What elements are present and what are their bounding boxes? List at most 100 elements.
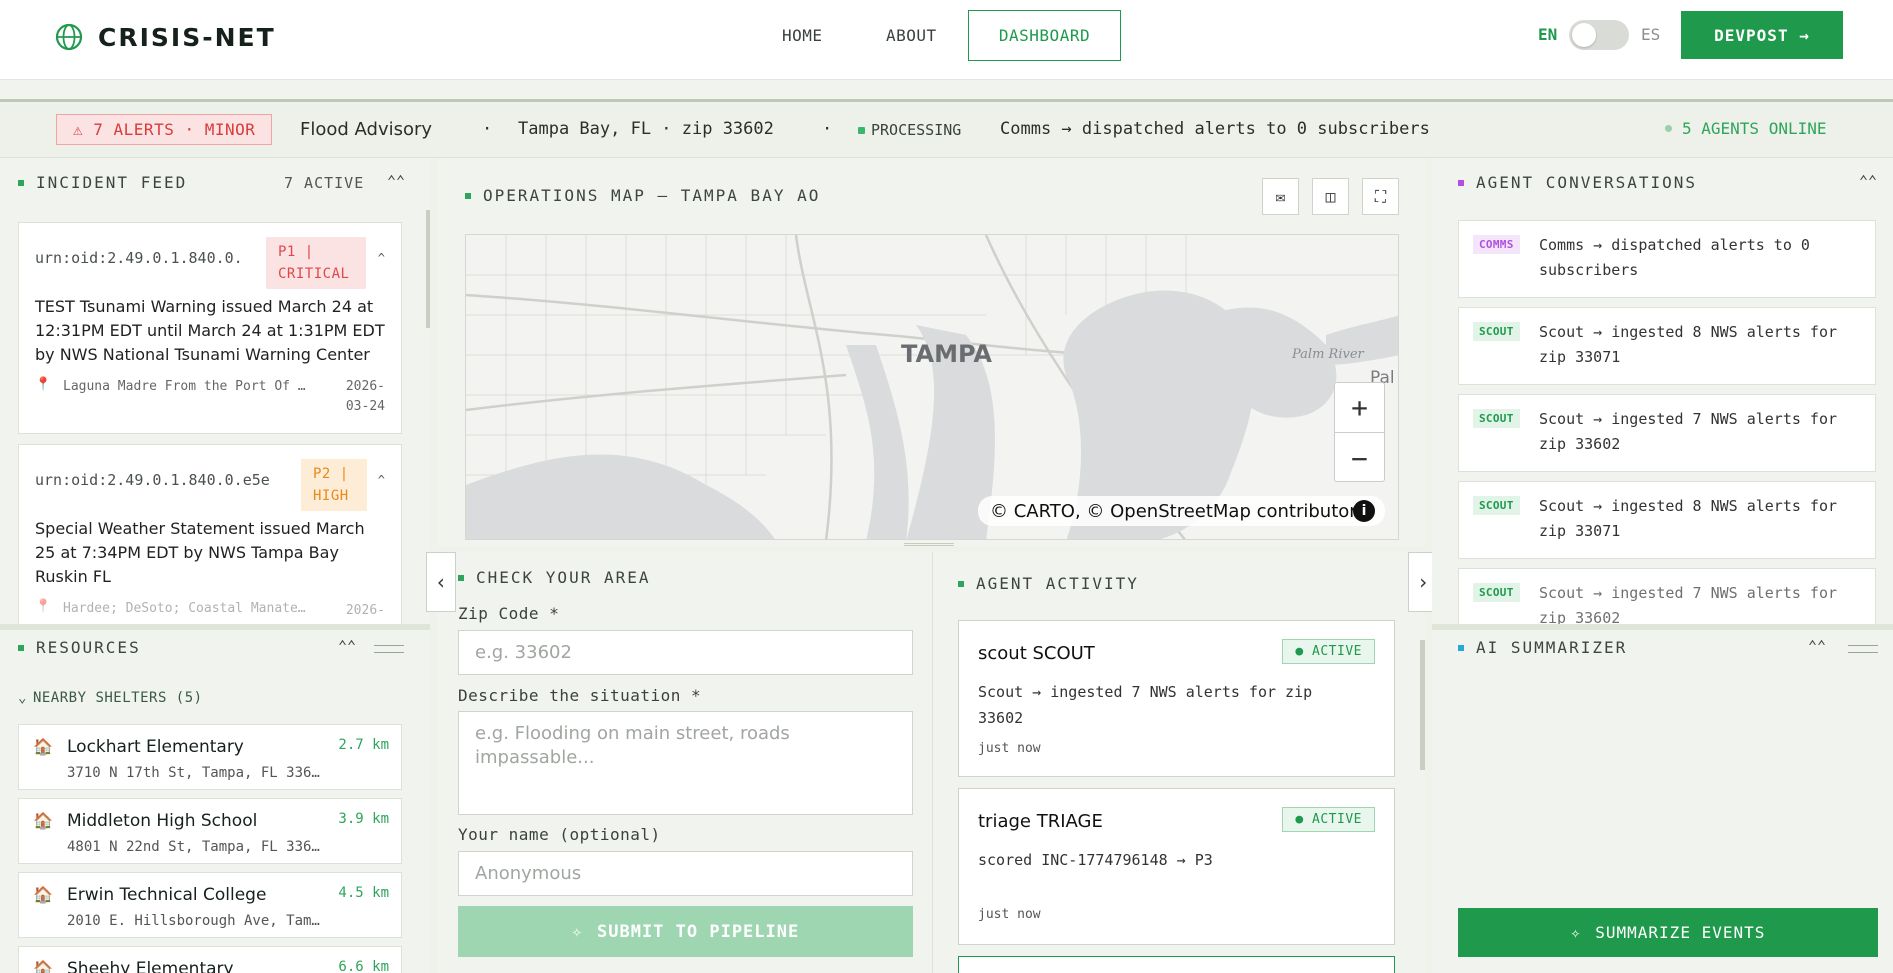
separator: · xyxy=(822,119,833,139)
top-navbar: CRISIS-NET HOME ABOUT DASHBOARD EN ES DE… xyxy=(0,0,1893,80)
online-dot-icon xyxy=(1665,125,1672,132)
agent-tag: COMMS xyxy=(1473,235,1520,254)
collapse-chevron-icon[interactable]: ⌃⌃ xyxy=(338,637,356,655)
lang-en-label[interactable]: EN xyxy=(1538,25,1557,44)
summarize-events-button[interactable]: ✧ SUMMARIZE EVENTS xyxy=(1458,908,1878,957)
incident-description: TEST Tsunami Warning issued March 24 at … xyxy=(35,297,385,364)
activity-scrollbar[interactable] xyxy=(1420,640,1425,770)
conversation-item[interactable]: SCOUT Scout → ingested 8 NWS alerts for … xyxy=(1458,481,1876,559)
summarizer-title: AI SUMMARIZER xyxy=(1476,638,1628,657)
check-area-title: CHECK YOUR AREA xyxy=(476,568,651,587)
sparkle-icon: ✧ xyxy=(1570,923,1582,942)
house-icon: 🏠 xyxy=(33,959,53,973)
incident-date: 2026- xyxy=(345,603,385,618)
activity-card[interactable]: triage TRIAGE ● ACTIVE scored INC-177479… xyxy=(958,788,1395,945)
zoom-out-button[interactable]: − xyxy=(1335,433,1384,483)
panel-marker-icon xyxy=(458,574,464,581)
activity-card[interactable]: scout SCOUT ● ACTIVE Scout → ingested 7 … xyxy=(958,620,1395,777)
summarize-label: SUMMARIZE EVENTS xyxy=(1595,923,1766,942)
feed-scrollbar[interactable] xyxy=(426,210,430,328)
conversation-item[interactable]: COMMS Comms → dispatched alerts to 0 sub… xyxy=(1458,220,1876,298)
nav-home-link[interactable]: HOME xyxy=(782,26,823,45)
situation-label: Describe the situation * xyxy=(458,686,702,705)
lang-es-label[interactable]: ES xyxy=(1641,25,1660,44)
sparkle-icon: ✧ xyxy=(571,921,583,942)
shelter-address: 2010 E. Hillsborough Ave, Tam… xyxy=(67,913,320,929)
name-input[interactable]: Anonymous xyxy=(458,851,913,896)
shelters-subtitle: NEARBY SHELTERS (5) xyxy=(32,690,203,706)
shelter-distance: 6.6 km xyxy=(338,959,389,973)
shelter-address: 3710 N 17th St, Tampa, FL 336… xyxy=(67,765,320,781)
resources-title: RESOURCES xyxy=(36,638,141,657)
map-canvas[interactable]: TAMPA Palm River Pal xyxy=(465,234,1399,540)
zip-code-label: Zip Code * xyxy=(458,604,560,623)
conversation-message: Scout → ingested 7 NWS alerts for zip 33… xyxy=(1539,410,1838,453)
drag-handle-icon[interactable] xyxy=(1848,645,1878,653)
status-badge: ● ACTIVE xyxy=(1282,807,1375,832)
shelter-item[interactable]: 🏠 Sheehy Elementary 6.6 km xyxy=(18,946,402,973)
name-label: Your name (optional) xyxy=(458,825,661,844)
shelter-item[interactable]: 🏠 Erwin Technical College 2010 E. Hillsb… xyxy=(18,872,402,938)
shelter-item[interactable]: 🏠 Middleton High School 4801 N 22nd St, … xyxy=(18,798,402,864)
incident-location: Laguna Madre From the Port Of … xyxy=(63,379,306,394)
mail-icon[interactable]: ✉ xyxy=(1262,178,1299,215)
map-attribution: © CARTO, © OpenStreetMap contributors i xyxy=(978,496,1385,526)
attribution-text[interactable]: © CARTO, © OpenStreetMap contributors xyxy=(990,501,1366,522)
incident-card[interactable]: urn:oid:2.49.0.1.840.0. P1 | CRITICAL ^ … xyxy=(18,222,402,434)
shelter-address: 4801 N 22nd St, Tampa, FL 336… xyxy=(67,839,320,855)
panel-marker-icon xyxy=(958,580,964,587)
agent-activity-header: AGENT ACTIVITY xyxy=(958,574,1139,593)
chevron-left-icon[interactable]: ‹ xyxy=(426,552,456,612)
activity-message: Scout → ingested 7 NWS alerts for zip 33… xyxy=(978,683,1313,727)
conversations-header: AGENT CONVERSATIONS xyxy=(1458,173,1697,192)
collapse-chevron-icon[interactable]: ⌃⌃ xyxy=(1859,172,1877,190)
activity-time: just now xyxy=(978,907,1041,922)
expand-caret-icon[interactable]: ^ xyxy=(378,473,385,487)
fullscreen-icon[interactable]: ⛶ xyxy=(1362,178,1399,215)
active-count: 7 ACTIVE xyxy=(284,174,365,192)
conversation-message: Scout → ingested 7 NWS alerts for zip 33… xyxy=(1539,584,1838,624)
map-tiles: TAMPA Palm River Pal xyxy=(466,235,1398,539)
incident-id: urn:oid:2.49.0.1.840.0.e5e xyxy=(35,471,270,489)
globe-icon xyxy=(55,23,83,51)
collapse-chevron-icon[interactable]: ⌃⌃ xyxy=(387,172,405,190)
shelters-toggle[interactable]: ⌄ NEARBY SHELTERS (5) xyxy=(18,690,203,706)
incident-date: 2026-03-24 xyxy=(345,379,385,414)
resize-handle-icon[interactable] xyxy=(904,543,954,546)
alert-count-badge[interactable]: ⚠ 7 ALERTS · MINOR xyxy=(56,114,273,145)
brand-logo[interactable]: CRISIS-NET xyxy=(54,22,276,52)
drag-handle-icon[interactable] xyxy=(374,645,404,653)
house-icon: 🏠 xyxy=(33,737,53,756)
nav-about-link[interactable]: ABOUT xyxy=(886,26,937,45)
shelter-distance: 3.9 km xyxy=(338,811,389,827)
situation-textarea[interactable]: e.g. Flooding on main street, roads impa… xyxy=(458,711,913,815)
conversation-item[interactable]: SCOUT Scout → ingested 7 NWS alerts for … xyxy=(1458,394,1876,472)
shelter-item[interactable]: 🏠 Lockhart Elementary 3710 N 17th St, Ta… xyxy=(18,724,402,790)
collapse-chevron-icon[interactable]: ⌃⌃ xyxy=(1808,637,1826,655)
shelter-name: Sheehy Elementary xyxy=(67,959,234,973)
zip-code-input[interactable]: e.g. 33602 xyxy=(458,630,913,675)
submit-button[interactable]: ✧ SUBMIT TO PIPELINE xyxy=(458,906,913,957)
info-icon[interactable]: i xyxy=(1353,500,1375,522)
devpost-button[interactable]: DEVPOST → xyxy=(1681,11,1843,59)
agent-tag: SCOUT xyxy=(1473,496,1520,515)
language-toggle[interactable] xyxy=(1569,20,1629,50)
processing-label: PROCESSING xyxy=(871,121,962,139)
agent-tag: SCOUT xyxy=(1473,583,1520,602)
panel-marker-icon xyxy=(465,192,471,199)
submit-label: SUBMIT TO PIPELINE xyxy=(597,921,800,942)
expand-caret-icon[interactable]: ^ xyxy=(378,251,385,265)
activity-card[interactable] xyxy=(958,956,1395,973)
conversation-message: Comms → dispatched alerts to 0 subscribe… xyxy=(1539,236,1810,279)
zoom-in-button[interactable]: + xyxy=(1335,383,1384,433)
nav-dashboard-link[interactable]: DASHBOARD xyxy=(968,10,1121,61)
agent-tag: SCOUT xyxy=(1473,409,1520,428)
conversation-item[interactable]: SCOUT Scout → ingested 8 NWS alerts for … xyxy=(1458,307,1876,385)
header-divider xyxy=(0,80,1893,102)
shelter-name: Erwin Technical College xyxy=(67,885,267,905)
conversation-item[interactable]: SCOUT Scout → ingested 7 NWS alerts for … xyxy=(1458,568,1876,624)
alert-message: Comms → dispatched alerts to 0 subscribe… xyxy=(1000,119,1430,139)
split-view-icon[interactable]: ◫ xyxy=(1312,178,1349,215)
incident-card[interactable]: urn:oid:2.49.0.1.840.0.e5e P2 | HIGH ^ S… xyxy=(18,444,402,624)
incident-id: urn:oid:2.49.0.1.840.0. xyxy=(35,249,243,267)
